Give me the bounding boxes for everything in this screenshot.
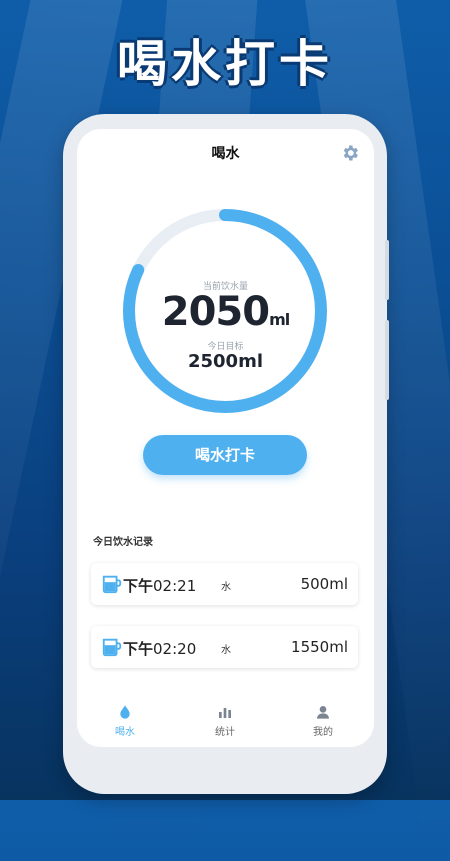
page-title: 喝水 — [211, 146, 240, 162]
water-drop-icon — [120, 705, 130, 719]
record-time: 下午02:21 — [123, 575, 196, 596]
bottom-tab-bar: 喝水 统计 我的 — [77, 704, 374, 744]
record-time: 下午02:20 — [123, 638, 196, 659]
promo-headline: 喝水打卡 — [117, 35, 333, 93]
current-intake-unit: ml — [269, 310, 290, 329]
tab-stats[interactable]: 统计 — [190, 704, 260, 738]
tab-drink[interactable]: 喝水 — [90, 704, 160, 738]
settings-gear-icon[interactable] — [340, 143, 360, 163]
bar-chart-icon — [219, 708, 231, 718]
tab-profile-label: 我的 — [313, 727, 333, 738]
record-drink-type: 水 — [221, 645, 231, 656]
tab-stats-label: 统计 — [215, 727, 235, 738]
drink-checkin-button[interactable]: 喝水打卡 — [143, 435, 307, 475]
record-clock: 02:21 — [153, 577, 197, 595]
current-intake-value: 2050ml — [77, 289, 374, 335]
phone-side-button — [385, 240, 389, 300]
record-clock: 02:20 — [153, 640, 197, 658]
record-row[interactable]: 下午02:21 水 500ml — [91, 563, 358, 605]
phone-side-button — [385, 320, 389, 400]
record-amount: 1550ml — [291, 638, 348, 656]
record-period: 下午 — [123, 640, 154, 658]
current-intake-number: 2050 — [161, 289, 270, 335]
daily-goal-value: 2500ml — [187, 351, 264, 372]
water-cup-icon — [102, 638, 122, 657]
record-period: 下午 — [123, 577, 154, 595]
tab-drink-label: 喝水 — [115, 727, 135, 738]
water-cup-icon — [102, 575, 122, 594]
record-amount: 500ml — [300, 575, 348, 593]
tab-profile[interactable]: 我的 — [288, 704, 358, 738]
record-row[interactable]: 下午02:20 水 1550ml — [91, 626, 358, 668]
record-drink-type: 水 — [221, 582, 231, 593]
user-icon — [317, 706, 329, 719]
app-screen: 喝水 当前饮水量 2050ml 今日目标 2500ml 喝水打卡 今日饮水记录 … — [77, 129, 374, 747]
records-section-title: 今日饮水记录 — [93, 537, 153, 548]
